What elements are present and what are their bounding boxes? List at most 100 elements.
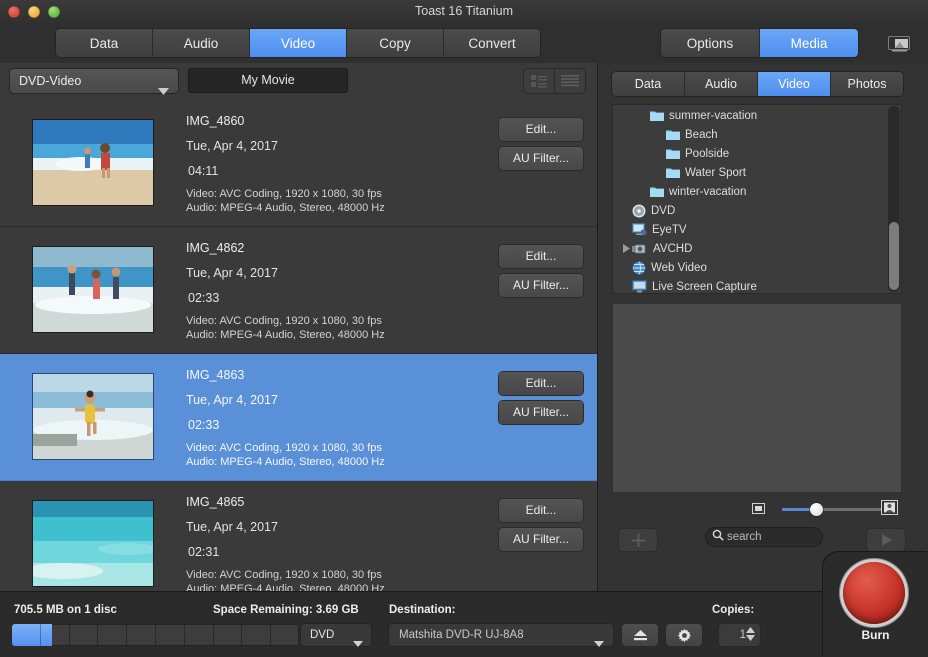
item-name: IMG_4860 [186,114,245,128]
tree-item-eyetv[interactable]: EyeTV [616,220,888,239]
table-row[interactable]: IMG_4865 Tue, Apr 4, 2017 02:31 Video: A… [0,481,597,608]
tree-item-avchd[interactable]: AVCHD [616,239,888,258]
edit-button[interactable]: Edit... [499,372,583,395]
tree-item-water-sport[interactable]: Water Sport [616,163,888,182]
slider-knob[interactable] [810,503,823,516]
play-icon[interactable] [867,529,905,551]
disc-format-select[interactable]: DVD-Video [10,69,178,95]
tree-item-live-screen-capture[interactable]: Live Screen Capture [616,277,888,294]
item-date: Tue, Apr 4, 2017 [186,393,278,407]
edit-button[interactable]: Edit... [499,118,583,141]
tab-media[interactable]: Media [760,29,858,57]
eyetv-icon [632,223,647,236]
folder-icon [666,167,680,178]
space-remaining-label: Space Remaining: 3.69 GB [213,604,359,616]
small-thumbnail-icon [752,501,765,519]
table-row[interactable]: IMG_4863 Tue, Apr 4, 2017 02:33 Video: A… [0,354,597,481]
au-filter-button[interactable]: AU Filter... [499,274,583,297]
au-filter-button[interactable]: AU Filter... [499,401,583,424]
media-browser-icon[interactable] [882,32,916,55]
tree-item-summer-vacation[interactable]: summer-vacation [616,106,888,125]
tree-item-web-video[interactable]: Web Video [616,258,888,277]
tree-item-winter-vacation[interactable]: winter-vacation [616,182,888,201]
folder-icon [666,129,680,140]
thumbnail-view-icon[interactable] [524,69,555,93]
item-video-info: Video: AVC Coding, 1920 x 1080, 30 fps [186,188,382,200]
slider-track[interactable] [782,508,882,511]
media-source-tree[interactable]: summer-vacation Beach Poolside Water Spo… [612,104,902,294]
item-duration: 02:33 [188,418,220,432]
tree-item-poolside[interactable]: Poolside [616,144,888,163]
tab-video[interactable]: Video [250,29,347,57]
chevron-down-icon [594,633,604,655]
tree-scrollbar[interactable] [888,106,900,292]
item-name: IMG_4862 [186,241,245,255]
folder-icon [650,110,664,121]
video-item-list[interactable]: IMG_4860 Tue, Apr 4, 2017 04:11 Video: A… [0,100,597,628]
item-date: Tue, Apr 4, 2017 [186,266,278,280]
tab-audio[interactable]: Audio [153,29,250,57]
tree-item-label: AVCHD [653,242,693,255]
burn-button[interactable] [843,562,905,624]
tree-item-dvd[interactable]: DVD [616,201,888,220]
item-video-info: Video: AVC Coding, 1920 x 1080, 30 fps [186,315,382,327]
content-pane: DVD-Video My Movie IMG_4860 Tue, Apr 4, … [0,63,598,655]
disc-size-label: 705.5 MB on 1 disc [14,604,117,616]
destination-select[interactable]: Matshita DVD-R UJ-8A8 [389,624,613,647]
tab-copy[interactable]: Copy [347,29,444,57]
tree-item-label: EyeTV [652,223,687,236]
tab-convert[interactable]: Convert [444,29,540,57]
plus-icon[interactable] [619,529,657,551]
title-bar: Toast 16 Titanium [0,0,928,24]
eject-icon[interactable] [622,624,658,646]
tab-data[interactable]: Data [56,29,153,57]
item-name: IMG_4863 [186,368,245,382]
search-placeholder: search [727,531,762,543]
stepper-arrows[interactable] [746,627,755,641]
media-tab-video[interactable]: Video [758,72,831,96]
gear-icon[interactable] [666,624,702,646]
burn-button-area: Burn [823,552,928,657]
video-thumbnail [33,374,153,459]
table-row[interactable]: IMG_4862 Tue, Apr 4, 2017 02:33 Video: A… [0,227,597,354]
tree-item-beach[interactable]: Beach [616,125,888,144]
item-duration: 04:11 [188,164,219,178]
copies-value: 1 [739,629,746,641]
toast-window: Toast 16 Titanium Data Audio Video Copy … [0,0,928,657]
tree-item-label: Live Screen Capture [652,280,757,293]
tab-options[interactable]: Options [661,29,760,57]
au-filter-button[interactable]: AU Filter... [499,147,583,170]
main-toolbar: Data Audio Video Copy Convert Options Me… [0,23,928,64]
list-view-icon[interactable] [555,69,585,93]
media-tab-audio[interactable]: Audio [685,72,758,96]
item-duration: 02:31 [188,545,220,559]
disc-type-select[interactable]: DVD [301,624,371,647]
view-mode-toggle [524,69,585,93]
item-date: Tue, Apr 4, 2017 [186,139,278,153]
capacity-ticks [12,624,299,646]
au-filter-button[interactable]: AU Filter... [499,528,583,551]
destination-label: Destination: [389,604,456,616]
disclosure-triangle-icon[interactable] [620,244,632,253]
disc-name-input[interactable]: My Movie [188,68,348,93]
media-tab-data[interactable]: Data [612,72,685,96]
search-input[interactable]: search [705,527,823,547]
thumbnail-size-slider[interactable] [612,500,902,518]
globe-icon [632,260,646,275]
chevron-down-icon [353,633,363,655]
disc-type-value: DVD [310,629,335,641]
copies-stepper[interactable]: 1 [719,624,760,646]
scrollbar-thumb[interactable] [889,222,899,290]
edit-button[interactable]: Edit... [499,245,583,268]
tree-item-label: summer-vacation [669,109,758,122]
media-tab-photos[interactable]: Photos [831,72,903,96]
disc-capacity-bar [12,624,299,646]
table-row[interactable]: IMG_4860 Tue, Apr 4, 2017 04:11 Video: A… [0,100,597,227]
disc-format-value: DVD-Video [19,74,82,88]
video-thumbnail [33,120,153,205]
media-category-tabs: Data Audio Video Photos [612,72,903,96]
tree-item-label: Poolside [685,147,730,160]
edit-button[interactable]: Edit... [499,499,583,522]
tree-item-label: winter-vacation [669,185,747,198]
video-thumbnail [33,247,153,332]
